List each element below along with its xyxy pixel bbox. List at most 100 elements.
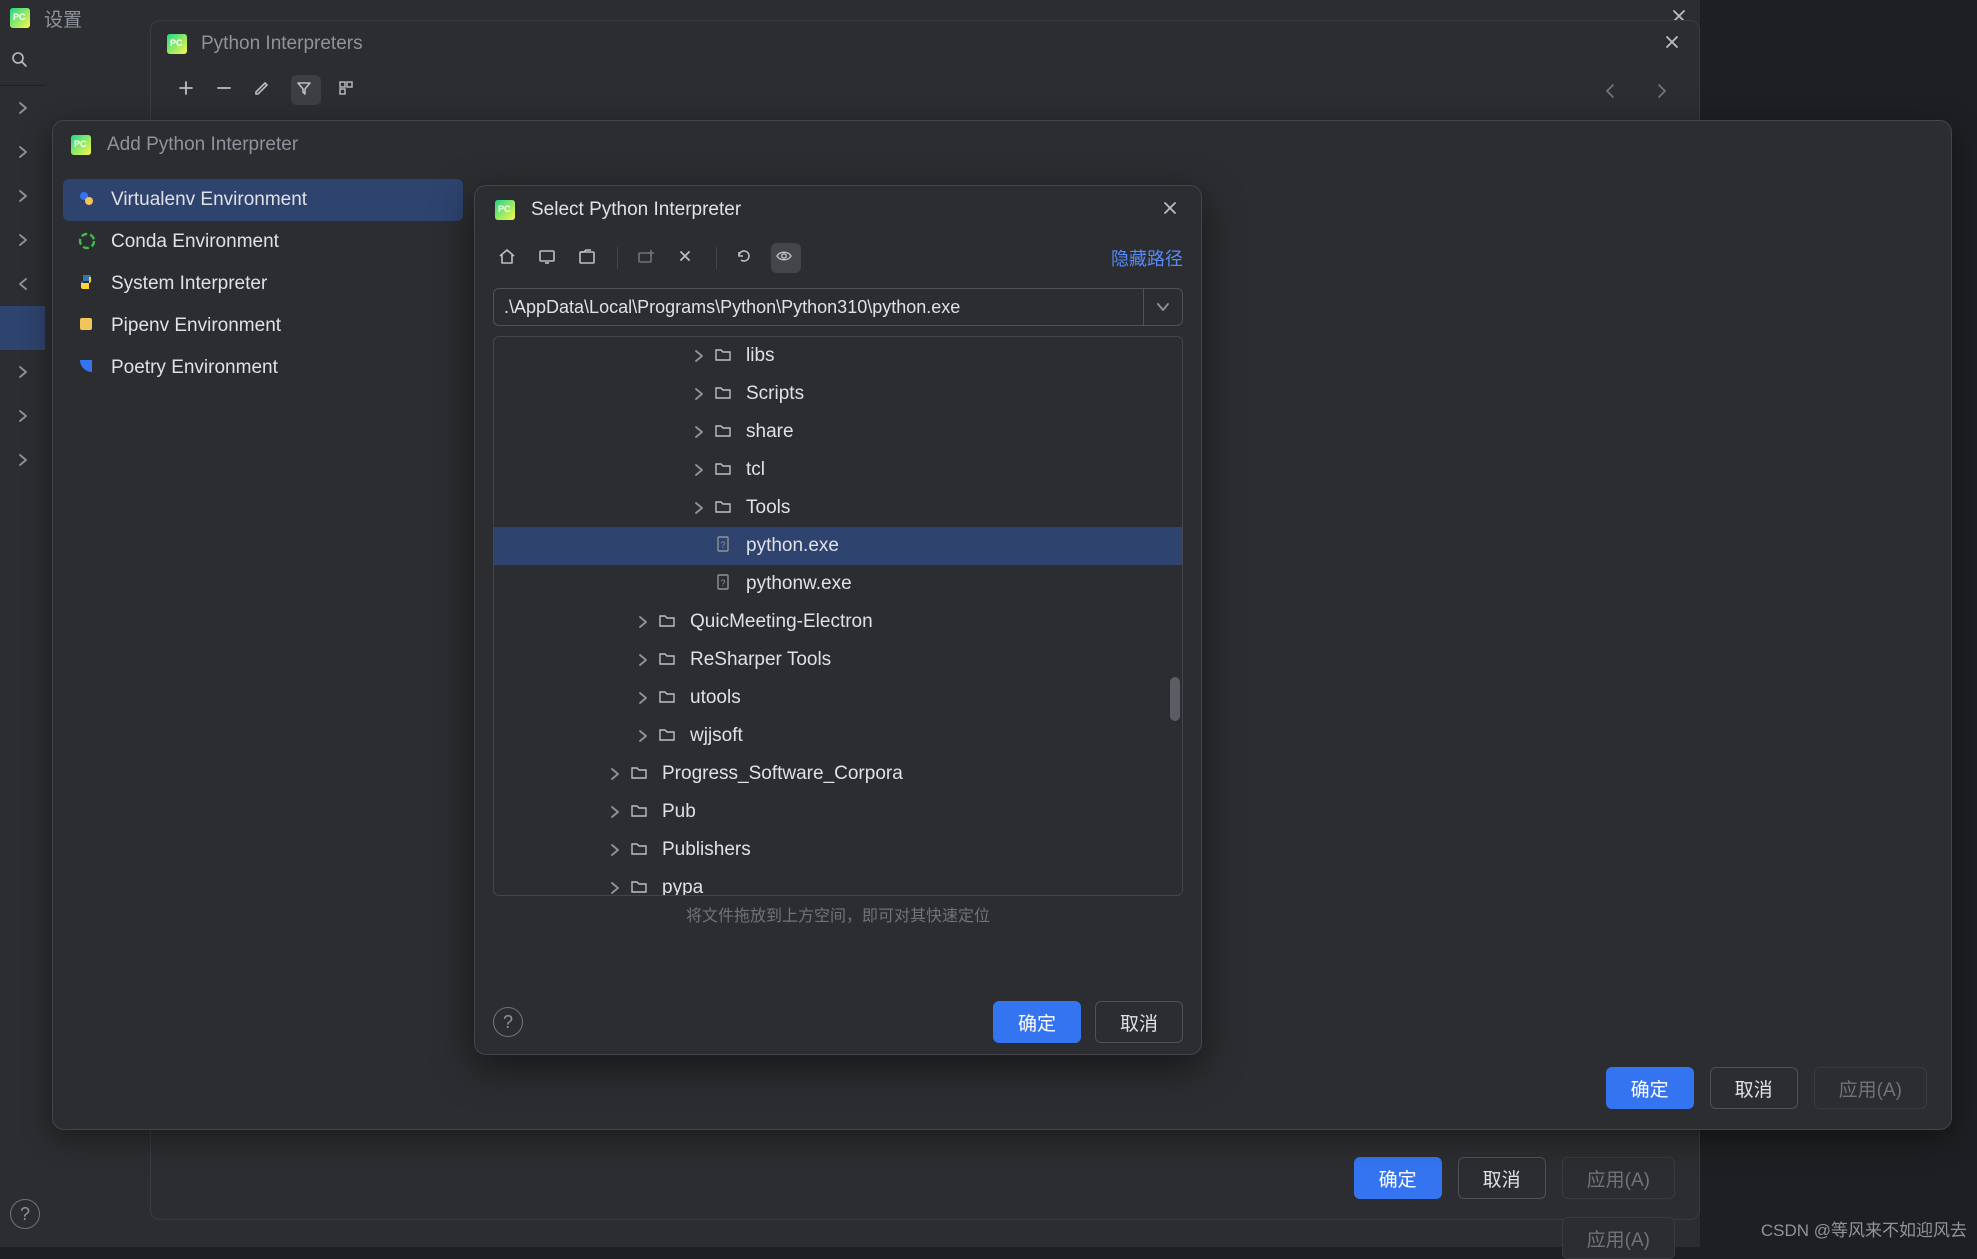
tree-row[interactable]: share [494, 413, 1182, 451]
add-footer: 确定 取消 应用(A) [1606, 1067, 1927, 1109]
folder-icon [714, 459, 736, 481]
refresh-icon [735, 247, 757, 269]
settings-section[interactable] [0, 350, 45, 394]
folder-icon [714, 421, 736, 443]
python-icon [77, 273, 99, 295]
tree-row[interactable]: wjjsoft [494, 717, 1182, 755]
filter-button[interactable] [291, 75, 321, 105]
chevron-icon [606, 803, 620, 821]
chevron-icon [690, 461, 704, 479]
newfolder-button[interactable] [632, 243, 662, 273]
tree-row[interactable]: Tools [494, 489, 1182, 527]
env-conda[interactable]: Conda Environment [63, 221, 463, 263]
chevron-icon [606, 765, 620, 783]
tree-row[interactable]: Progress_Software_Corpora [494, 755, 1182, 793]
settings-section[interactable] [0, 174, 45, 218]
select-titlebar: Select Python Interpreter [475, 186, 1201, 234]
tree-row[interactable]: utools [494, 679, 1182, 717]
home-button[interactable] [493, 243, 523, 273]
env-type-list: Virtualenv Environment Conda Environment… [63, 179, 463, 389]
tree-row[interactable]: Scripts [494, 375, 1182, 413]
settings-section[interactable] [0, 438, 45, 482]
tree-row-label: Publishers [662, 839, 751, 861]
nav-back-button[interactable] [1601, 81, 1623, 103]
env-system[interactable]: System Interpreter [63, 263, 463, 305]
venv-icon [77, 189, 99, 211]
select-close-button[interactable] [1161, 199, 1183, 221]
tree-row[interactable]: tcl [494, 451, 1182, 489]
env-label: Pipenv Environment [111, 315, 281, 337]
ok-button[interactable]: 确定 [993, 1001, 1081, 1043]
add-button[interactable] [177, 79, 199, 101]
env-pipenv[interactable]: Pipenv Environment [63, 305, 463, 347]
settings-section[interactable] [0, 262, 45, 306]
tree-row[interactable]: QuicMeeting-Electron [494, 603, 1182, 641]
folder-icon [630, 877, 652, 895]
remove-button[interactable] [215, 79, 237, 101]
tree-row[interactable]: Publishers [494, 831, 1182, 869]
chevron-icon [634, 613, 648, 631]
path-input[interactable] [493, 288, 1143, 326]
tree-row[interactable]: libs [494, 337, 1182, 375]
nav-forward-button[interactable] [1653, 81, 1675, 103]
paths-button[interactable] [337, 79, 359, 101]
show-hidden-button[interactable] [771, 243, 801, 273]
tree-row-label: pythonw.exe [746, 573, 852, 595]
cancel-button[interactable]: 取消 [1095, 1001, 1183, 1043]
settings-section[interactable] [0, 130, 45, 174]
ok-button[interactable]: 确定 [1354, 1157, 1442, 1199]
scrollbar-thumb[interactable] [1170, 677, 1180, 721]
delete-button[interactable] [672, 243, 702, 273]
search-icon [10, 50, 32, 72]
apply-button[interactable]: 应用(A) [1814, 1067, 1927, 1109]
folder-icon [714, 383, 736, 405]
settings-section[interactable] [0, 394, 45, 438]
env-poetry[interactable]: Poetry Environment [63, 347, 463, 389]
chevron-down-icon [14, 275, 32, 293]
tree-row[interactable]: ReSharper Tools [494, 641, 1182, 679]
tree-row-label: libs [746, 345, 775, 367]
settings-search[interactable] [0, 36, 45, 86]
env-label: Poetry Environment [111, 357, 278, 379]
separator [617, 247, 618, 269]
help-button[interactable]: ? [10, 1199, 40, 1229]
path-dropdown[interactable] [1143, 288, 1183, 326]
refresh-button[interactable] [731, 243, 761, 273]
tree-row[interactable]: python.exe [494, 527, 1182, 565]
edit-button[interactable] [253, 79, 275, 101]
chevron-icon [690, 423, 704, 441]
tree-row[interactable]: pypa [494, 869, 1182, 895]
folder-icon [658, 725, 680, 747]
pycharm-icon [8, 6, 32, 30]
cancel-button[interactable]: 取消 [1710, 1067, 1798, 1109]
tree-row[interactable]: Pub [494, 793, 1182, 831]
desktop-button[interactable] [533, 243, 563, 273]
ok-button[interactable]: 确定 [1606, 1067, 1694, 1109]
project-button[interactable] [573, 243, 603, 273]
settings-sidebar [0, 36, 45, 1247]
pipenv-icon [77, 315, 99, 337]
help-button[interactable]: ? [493, 1007, 523, 1037]
select-footer: ? 确定 取消 [475, 990, 1201, 1054]
interpreters-close-button[interactable] [1663, 33, 1685, 55]
tree-row[interactable]: pythonw.exe [494, 565, 1182, 603]
settings-section-selected[interactable] [0, 306, 45, 350]
tree-row-label: share [746, 421, 794, 443]
hide-path-link[interactable]: 隐藏路径 [1111, 245, 1183, 271]
interpreters-footer: 确定 取消 应用(A) [1354, 1157, 1675, 1199]
folder-icon [714, 345, 736, 367]
settings-section[interactable] [0, 218, 45, 262]
apply-button-outer[interactable]: 应用(A) [1562, 1217, 1675, 1259]
file-icon [714, 573, 736, 595]
apply-button[interactable]: 应用(A) [1562, 1157, 1675, 1199]
env-label: Virtualenv Environment [111, 189, 307, 211]
chevron-right-icon [14, 99, 32, 117]
folder-icon [658, 611, 680, 633]
env-virtualenv[interactable]: Virtualenv Environment [63, 179, 463, 221]
chevron-right-icon [14, 363, 32, 381]
chevron-icon [634, 651, 648, 669]
settings-section[interactable] [0, 86, 45, 130]
cancel-button[interactable]: 取消 [1458, 1157, 1546, 1199]
chevron-down-icon [1154, 298, 1172, 316]
select-title-text: Select Python Interpreter [531, 199, 741, 221]
